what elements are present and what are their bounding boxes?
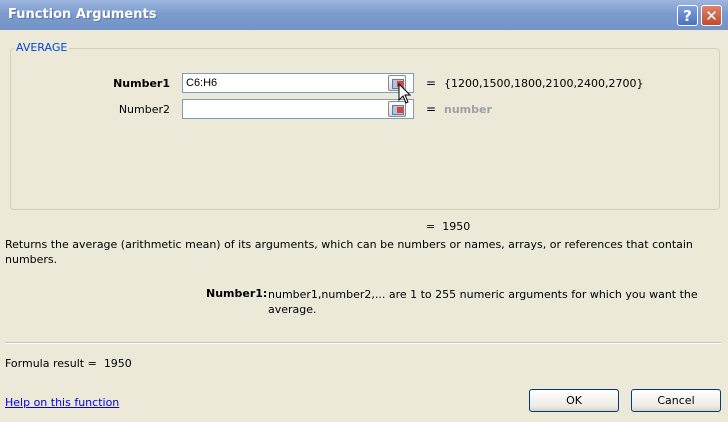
function-result-line: = 1950 [426, 220, 470, 233]
help-button[interactable]: ? [677, 5, 698, 26]
function-name: AVERAGE [14, 41, 70, 54]
function-description: Returns the average (arithmetic mean) of… [5, 238, 693, 266]
cancel-button[interactable]: Cancel [631, 389, 721, 412]
number1-result: {1200,1500,1800,2100,2400,2700} [444, 77, 644, 90]
close-icon: ✕ [705, 7, 718, 25]
number2-label: Number2 [118, 103, 170, 116]
formula-result: Formula result = 1950 [5, 357, 132, 370]
mouse-pointer-icon [398, 83, 412, 104]
title-bar[interactable]: Function Arguments ? ✕ [0, 0, 728, 30]
formula-result-value: 1950 [103, 357, 132, 370]
arg-help-text: number1,number2,... are 1 to 255 numeric… [268, 288, 698, 316]
divider [5, 342, 721, 344]
question-icon: ? [683, 7, 692, 25]
number1-input[interactable] [182, 73, 414, 93]
dialog-title: Function Arguments [8, 7, 157, 22]
function-result: 1950 [442, 220, 471, 233]
close-button[interactable]: ✕ [701, 5, 722, 26]
number1-equals: = [426, 76, 437, 90]
help-link[interactable]: Help on this function [5, 396, 119, 409]
result-equals: = [426, 220, 436, 233]
number2-result: number [444, 103, 492, 116]
ok-button[interactable]: OK [529, 389, 619, 412]
number2-input[interactable] [182, 99, 414, 119]
number2-equals: = [426, 102, 437, 116]
formula-result-label: Formula result = [5, 357, 97, 370]
function-arguments-dialog: Function Arguments ? ✕ AVERAGE Number1 =… [0, 0, 728, 422]
number1-label: Number1 [113, 77, 170, 90]
arg-help-label: Number1: [206, 287, 268, 300]
